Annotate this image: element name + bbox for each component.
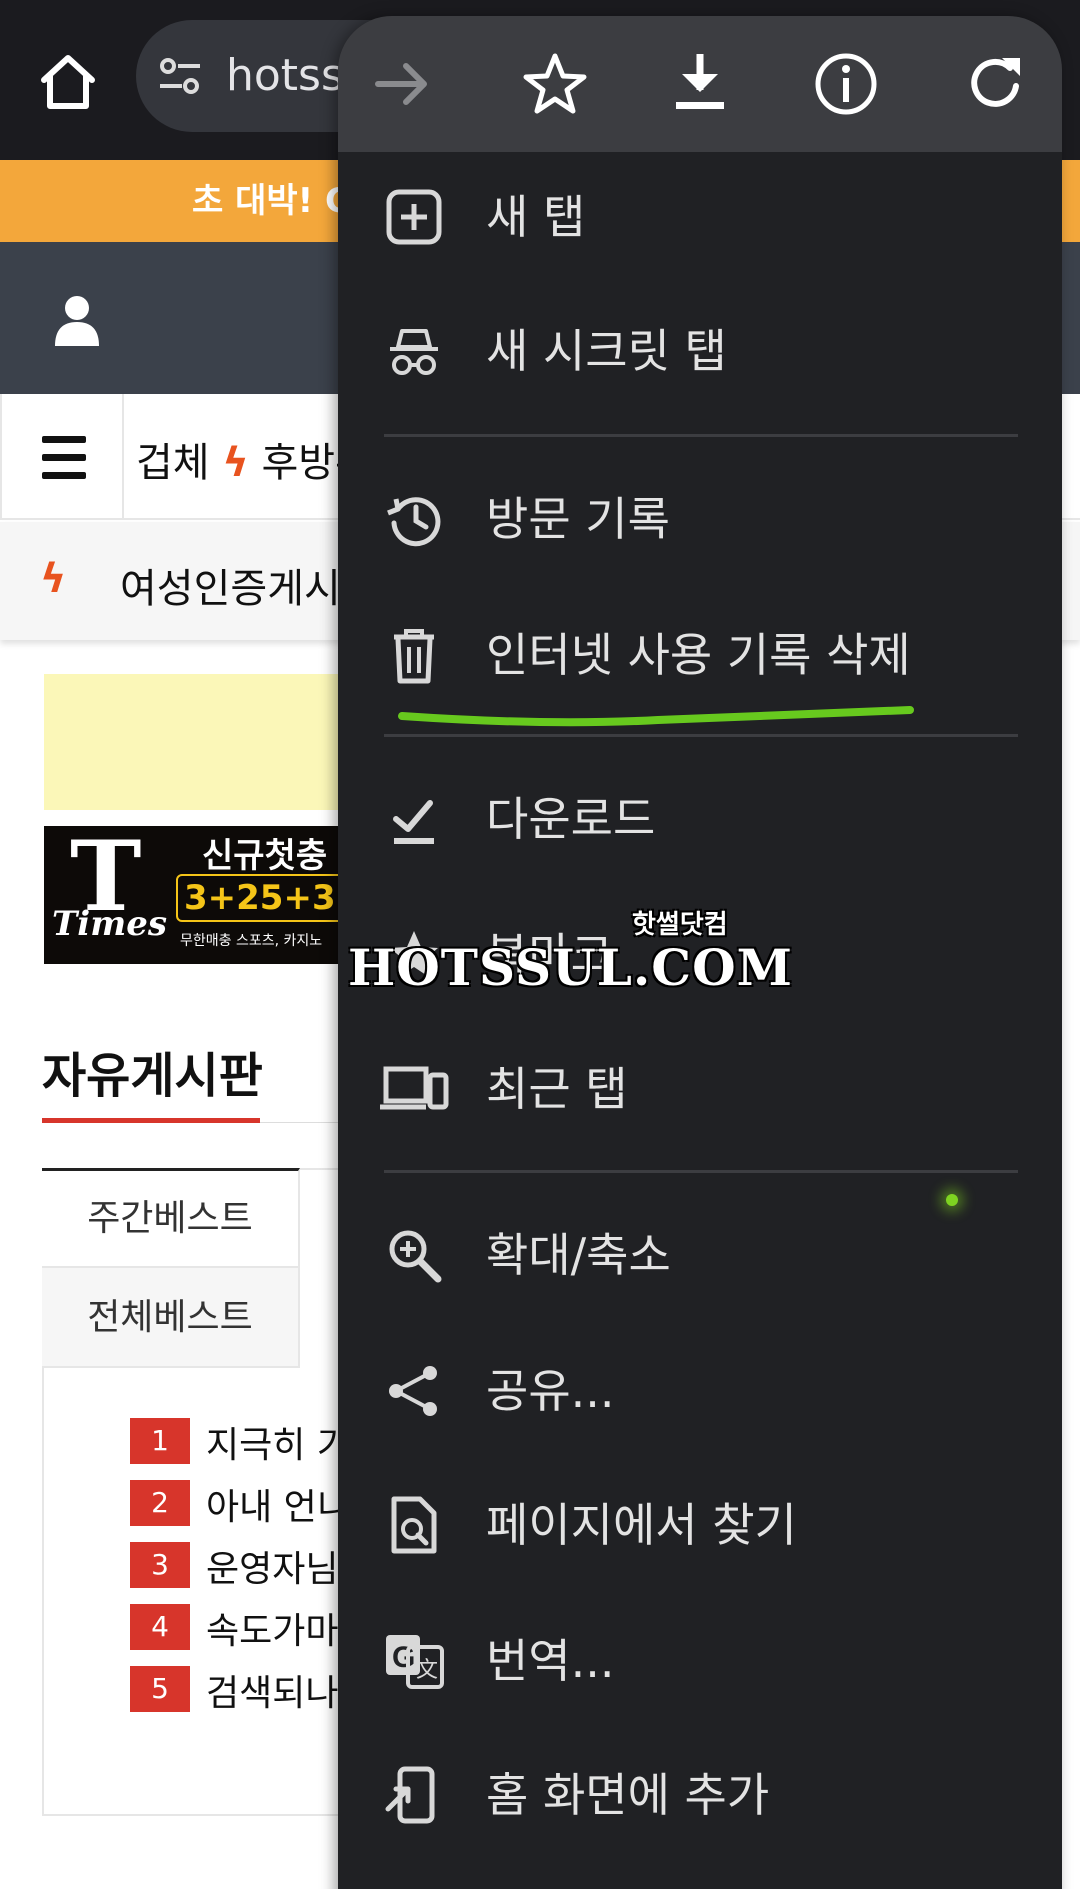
info-icon[interactable] xyxy=(808,46,884,122)
menu-item-find-in-page[interactable]: 페이지에서 찾기 xyxy=(338,1470,1062,1580)
tab-all-best[interactable]: 전체베스트 xyxy=(42,1268,300,1368)
list-item[interactable]: 3 운영자님 xyxy=(130,1542,370,1590)
history-icon xyxy=(387,497,441,547)
site-settings-icon[interactable] xyxy=(158,56,202,96)
ad-banner-times[interactable]: T Times 신규첫충 3+25+31 무한매충 스포츠, 카지노 xyxy=(44,826,344,964)
category-list: 겁체 ϟ 후방주 xyxy=(136,430,372,488)
category-item[interactable]: 겁체 xyxy=(136,440,210,486)
url-text: hotss xyxy=(226,50,344,101)
menu-item-downloads[interactable]: 다운로드 xyxy=(338,764,1062,874)
ad-subtext: 무한매충 스포츠, 카지노 xyxy=(180,933,323,949)
menu-item-label: 페이지에서 찾기 xyxy=(486,1498,797,1552)
times-logo-word: Times xyxy=(52,904,167,944)
list-item[interactable]: 1 지극히 기 xyxy=(130,1418,370,1466)
highlight-underline-icon xyxy=(398,706,914,727)
ad-rate: 3+25+31 xyxy=(176,874,344,922)
recent-tabs-icon xyxy=(380,1066,449,1110)
menu-divider xyxy=(384,434,1018,437)
list-item[interactable]: 4 속도가마 xyxy=(130,1604,370,1652)
list-item[interactable]: 5 검색되나 xyxy=(130,1666,370,1714)
menu-item-label: 새 탭 xyxy=(486,190,586,244)
menu-item-incognito[interactable]: 새 시크릿 탭 xyxy=(338,296,1062,406)
menu-item-add-to-home[interactable]: 홈 화면에 추가 xyxy=(338,1740,1062,1850)
reload-icon[interactable] xyxy=(958,46,1034,122)
translate-icon: G 文 xyxy=(386,1635,444,1689)
menu-item-share[interactable]: 공유... xyxy=(338,1336,1062,1446)
post-title[interactable]: 지극히 기 xyxy=(206,1416,350,1468)
menu-toolbar xyxy=(338,16,1062,152)
menu-item-new-tab[interactable]: 새 탭 xyxy=(338,162,1062,272)
bookmark-star-icon[interactable] xyxy=(517,46,593,122)
trash-icon xyxy=(394,629,434,684)
add-to-home-icon xyxy=(385,1766,435,1824)
menu-item-label: 새 시크릿 탭 xyxy=(486,324,727,378)
find-in-page-icon xyxy=(391,1496,437,1554)
ad-banner[interactable] xyxy=(44,674,344,810)
menu-item-label: 홈 화면에 추가 xyxy=(486,1768,770,1822)
tab-weekly-best[interactable]: 주간베스트 xyxy=(42,1168,300,1268)
ad-headline: 신규첫충 xyxy=(202,836,328,876)
menu-item-label: 방문 기록 xyxy=(486,492,670,546)
touch-indicator-icon xyxy=(946,1194,958,1206)
bolt-icon: ϟ xyxy=(40,556,67,602)
hamburger-menu-icon[interactable] xyxy=(0,394,124,520)
svg-text:文: 文 xyxy=(416,1658,438,1683)
list-item[interactable]: 2 아내 언니 xyxy=(130,1480,370,1528)
menu-item-label: 인터넷 사용 기록 삭제 xyxy=(486,628,911,682)
post-title[interactable]: 아내 언니 xyxy=(206,1478,350,1530)
post-title[interactable]: 검색되나 xyxy=(206,1664,338,1716)
menu-item-label: 공유... xyxy=(486,1364,615,1418)
menu-item-label: 번역... xyxy=(486,1634,615,1688)
downloads-check-icon xyxy=(393,800,434,844)
incognito-icon xyxy=(390,329,438,375)
board-title[interactable]: 자유게시판 xyxy=(42,1036,263,1106)
watermark-korean: 핫썰닷컴 xyxy=(632,910,728,940)
rank-badge: 5 xyxy=(130,1666,190,1712)
post-title[interactable]: 속도가마 xyxy=(206,1602,338,1654)
menu-item-label: 다운로드 xyxy=(486,792,656,846)
rank-badge: 4 xyxy=(130,1604,190,1650)
download-icon[interactable] xyxy=(662,46,738,122)
menu-item-clear-browsing-data[interactable]: 인터넷 사용 기록 삭제 xyxy=(338,600,1062,710)
notice-link[interactable]: 여성인증게시 xyxy=(120,556,341,614)
screen: hotss 초 대박! C 겁체 ϟ 후방주 ϟ 여성인증게시 T Times … xyxy=(0,0,1080,1889)
post-title[interactable]: 운영자님 xyxy=(206,1540,338,1592)
watermark: HOTSSUL.COM xyxy=(348,938,793,997)
menu-item-label: 확대/축소 xyxy=(486,1228,671,1282)
menu-item-label: 최근 탭 xyxy=(486,1062,628,1116)
menu-item-recent-tabs[interactable]: 최근 탭 xyxy=(338,1034,1062,1144)
rank-badge: 2 xyxy=(130,1480,190,1526)
title-underline xyxy=(42,1118,260,1123)
menu-item-translate[interactable]: G 文 번역... xyxy=(338,1606,1062,1716)
forward-icon[interactable] xyxy=(364,46,440,122)
rank-badge: 1 xyxy=(130,1418,190,1464)
share-icon xyxy=(389,1366,437,1416)
home-icon[interactable] xyxy=(36,50,100,114)
menu-divider xyxy=(384,1170,1018,1173)
menu-item-history[interactable]: 방문 기록 xyxy=(338,464,1062,574)
menu-item-zoom[interactable]: 확대/축소 xyxy=(338,1200,1062,1310)
rank-badge: 3 xyxy=(130,1542,190,1588)
user-icon[interactable] xyxy=(52,294,102,346)
bolt-icon: ϟ xyxy=(222,440,249,486)
zoom-icon xyxy=(389,1230,442,1283)
new-tab-icon xyxy=(386,189,442,245)
menu-divider xyxy=(384,734,1018,737)
